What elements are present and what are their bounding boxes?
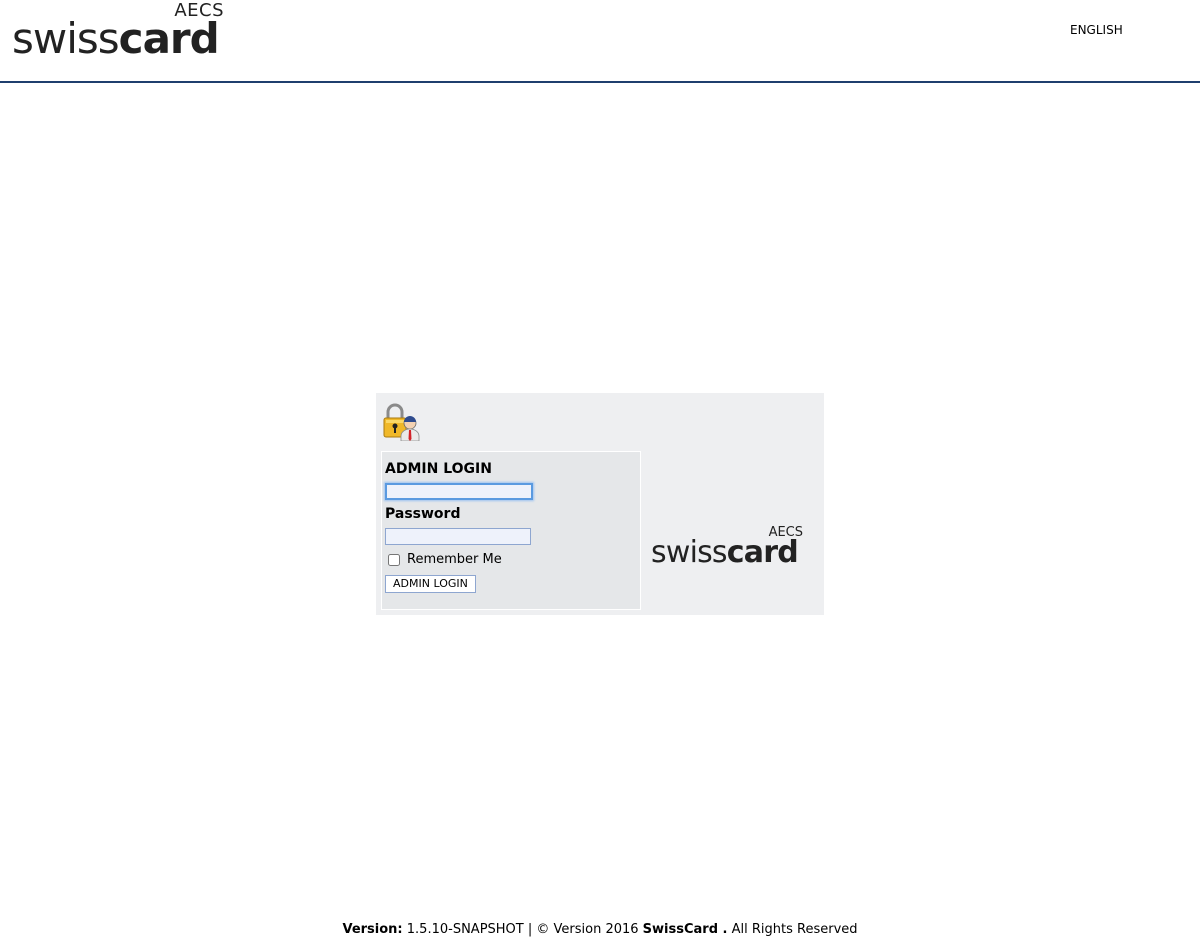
- remember-me[interactable]: Remember Me: [388, 552, 502, 567]
- language-selector[interactable]: ENGLISH: [1070, 23, 1123, 37]
- logo-small-word-bold: card: [726, 535, 799, 570]
- swisscard-logo-small: AECS swisscard: [651, 525, 803, 571]
- login-panel: ADMIN LOGIN Password Remember Me ADMIN L…: [376, 393, 824, 615]
- logo-small-word-light: swiss: [651, 535, 728, 570]
- footer-company: SwissCard .: [642, 922, 728, 937]
- lock-user-icon: [383, 403, 420, 441]
- admin-login-button[interactable]: ADMIN LOGIN: [385, 575, 476, 593]
- footer-version-label: Version:: [342, 922, 403, 937]
- swisscard-logo: AECS swisscard: [12, 0, 226, 64]
- logo-small-wordmark: swisscard: [651, 535, 799, 570]
- password-label: Password: [385, 506, 461, 522]
- username-label: ADMIN LOGIN: [385, 461, 492, 477]
- page: AECS swisscard ENGLISH ADMIN LOGIN Passw…: [0, 0, 1200, 943]
- logo-word-bold: card: [118, 14, 220, 63]
- password-input[interactable]: [385, 528, 531, 545]
- username-input[interactable]: [385, 483, 533, 500]
- footer-rights: All Rights Reserved: [731, 922, 858, 937]
- logo-wordmark: swisscard: [12, 14, 220, 63]
- header: AECS swisscard ENGLISH: [0, 0, 1200, 83]
- login-form: ADMIN LOGIN Password Remember Me ADMIN L…: [381, 451, 641, 610]
- footer: Version: 1.5.10-SNAPSHOT | © Version 201…: [0, 922, 1200, 937]
- remember-me-label: Remember Me: [407, 552, 502, 567]
- footer-version-value: 1.5.10-SNAPSHOT | © Version 2016: [406, 922, 639, 937]
- logo-word-light: swiss: [12, 14, 120, 63]
- remember-me-checkbox[interactable]: [388, 553, 400, 566]
